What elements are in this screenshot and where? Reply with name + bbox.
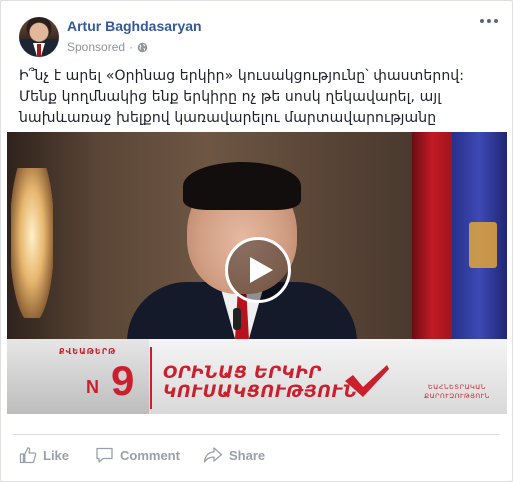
share-button[interactable]: Share	[203, 445, 265, 465]
avatar-tie	[37, 44, 41, 57]
post-meta: Sponsored ·	[67, 40, 148, 54]
banner-divider	[150, 347, 152, 409]
party-name-line1: ՕՐԻՆԱՑ ԵՐԿԻՐ	[163, 363, 322, 383]
actions-divider	[13, 434, 500, 435]
play-icon	[250, 257, 273, 283]
sponsored-post-card: Artur Baghdasaryan Sponsored · Ի՞նչ է ար…	[0, 0, 513, 482]
video-lamp	[11, 168, 53, 318]
comment-icon	[96, 447, 113, 463]
banner-subbrand: ԵԱՀՆԵՏՐԱԿԱՆ ՔԱՐՈՒԶՈՒԹՅՈՒՆ	[417, 383, 497, 401]
video-party-banner: ՔՎԵԱԹԵՐԹ N 9 ՕՐԻՆԱՑ ԵՐԿԻՐ ԿՈՒՍԱԿՑՈՒԹՅՈՒՆ…	[7, 339, 507, 414]
party-name-line2: ԿՈՒՍԱԿՑՈՒԹՅՈՒՆ	[163, 382, 357, 402]
like-button[interactable]: Like	[19, 445, 95, 465]
subbrand-line2: ՔԱՐՈՒԶՈՒԹՅՈՒՆ	[424, 392, 490, 400]
video-player[interactable]: ՔՎԵԱԹԵՐԹ N 9 ՕՐԻՆԱՑ ԵՐԿԻՐ ԿՈՒՍԱԿՑՈՒԹՅՈՒՆ…	[7, 132, 507, 414]
video-flag-emblem	[469, 222, 497, 268]
speaker-hair	[183, 162, 301, 210]
ballot-number: 9	[111, 357, 135, 404]
comment-button[interactable]: Comment	[95, 445, 203, 465]
ballot-label: ՔՎԵԱԹԵՐԹ	[59, 347, 117, 356]
more-options-icon[interactable]	[480, 19, 498, 23]
meta-separator: ·	[129, 40, 134, 54]
share-label: Share	[229, 447, 266, 463]
checkmark-icon	[345, 365, 389, 397]
ballot-number-prefix: N	[86, 377, 99, 397]
subbrand-line1: ԵԱՀՆԵՏՐԱԿԱՆ	[428, 383, 486, 391]
sponsored-label[interactable]: Sponsored	[67, 40, 125, 54]
post-actions-bar: Like Comment Share	[19, 445, 265, 465]
like-icon	[19, 447, 37, 464]
author-name[interactable]: Artur Baghdasaryan	[67, 18, 202, 34]
author-avatar[interactable]	[19, 17, 59, 57]
play-button[interactable]	[225, 237, 291, 303]
share-icon	[203, 447, 223, 463]
like-label: Like	[43, 447, 70, 463]
globe-icon[interactable]	[137, 42, 148, 53]
speaker-microphone	[233, 308, 241, 330]
comment-label: Comment	[120, 447, 180, 463]
